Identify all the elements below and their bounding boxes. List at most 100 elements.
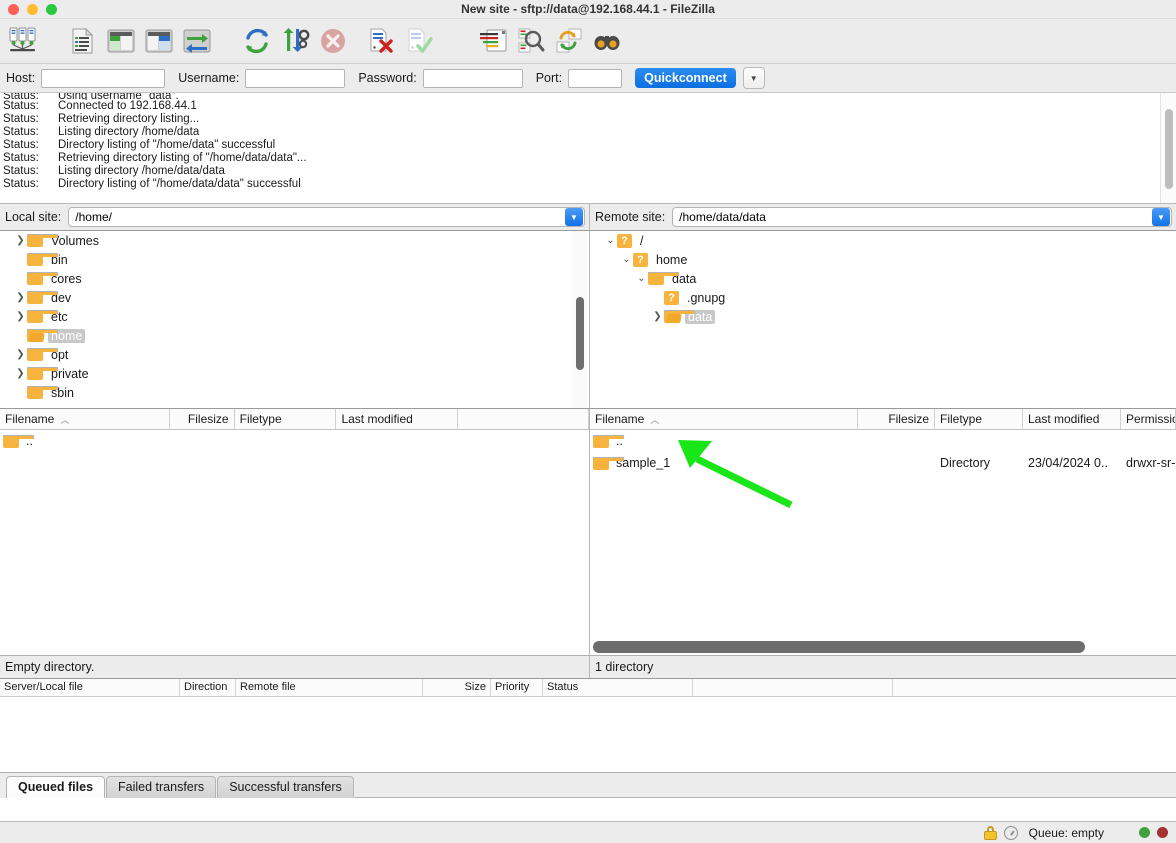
local-directory-tree[interactable]: ❯ Volumes ❯ bin ❯ cores ❯ dev ❯ — [0, 230, 590, 409]
unknown-folder-icon: ? — [664, 290, 679, 305]
column-header-server-local-file[interactable]: Server/Local file — [0, 679, 180, 696]
message-log-scrollbar[interactable] — [1160, 93, 1176, 203]
chevron-down-icon[interactable]: ▼ — [1152, 208, 1170, 226]
username-input[interactable] — [245, 68, 346, 88]
compare-directories-icon[interactable] — [512, 22, 550, 60]
remote-list-horizontal-scrollbar[interactable] — [593, 641, 1173, 653]
speed-limit-icon[interactable] — [1003, 825, 1018, 840]
synchronized-browsing-icon[interactable] — [550, 22, 588, 60]
transfer-queue-body[interactable] — [0, 697, 1176, 772]
quickconnect-button[interactable]: Quickconnect — [635, 68, 736, 88]
cell-permission: drwxr-sr- — [1126, 456, 1176, 470]
table-row[interactable]: .. — [590, 430, 1176, 452]
tab-successful-transfers[interactable]: Successful transfers — [217, 776, 354, 798]
expander-expanded-icon[interactable]: ⌄ — [604, 231, 617, 250]
tree-item-root[interactable]: ⌄ ? / — [590, 231, 1176, 250]
sort-ascending-icon: ︿ — [60, 415, 70, 425]
zoom-window-button[interactable] — [46, 4, 57, 15]
remote-path-bar: Remote site: /home/data/data ▼ — [590, 204, 1176, 230]
quickconnect-history-dropdown[interactable]: ▼ — [742, 67, 765, 89]
column-header-direction[interactable]: Direction — [180, 679, 236, 696]
remote-directory-tree[interactable]: ⌄ ? / ⌄ ? home ⌄ data ❯ ? .gnupg ❯ — [590, 230, 1176, 409]
column-header-filetype[interactable]: Filetype — [235, 409, 337, 429]
toggle-remote-tree-icon[interactable] — [140, 22, 178, 60]
password-label: Password: — [358, 71, 417, 85]
table-row[interactable]: .. — [0, 430, 589, 452]
tab-queued-files[interactable]: Queued files — [6, 776, 106, 798]
toggle-message-log-icon[interactable] — [64, 22, 102, 60]
tab-failed-transfers[interactable]: Failed transfers — [106, 776, 217, 798]
close-window-button[interactable] — [8, 4, 19, 15]
column-header-filesize[interactable]: Filesize — [170, 409, 235, 429]
tree-item[interactable]: ❯ sbin — [0, 383, 589, 402]
column-header-filename[interactable]: Filename ︿ — [590, 409, 858, 429]
tree-item-data[interactable]: ⌄ data — [590, 269, 1176, 288]
sort-ascending-icon: ︿ — [650, 415, 660, 425]
log-text: Listing directory /home/data/data — [58, 165, 225, 177]
local-tree-scrollbar[interactable] — [572, 231, 587, 408]
expander-expanded-icon[interactable]: ⌄ — [635, 269, 648, 288]
tree-item[interactable]: ❯ bin — [0, 250, 589, 269]
log-row: Status: Listing directory /home/data/dat… — [0, 165, 1176, 178]
column-header-size[interactable]: Size — [423, 679, 491, 696]
log-text: Listing directory /home/data — [58, 126, 200, 138]
tree-item[interactable]: ❯ Volumes — [0, 231, 589, 250]
column-header-filesize[interactable]: Filesize — [858, 409, 935, 429]
remote-file-list[interactable]: Filename ︿ Filesize Filetype Last modifie… — [590, 409, 1176, 655]
find-files-icon[interactable] — [588, 22, 626, 60]
tree-item[interactable]: ❯ etc — [0, 307, 589, 326]
expander-collapsed-icon[interactable]: ❯ — [14, 345, 27, 364]
expander-collapsed-icon[interactable]: ❯ — [14, 288, 27, 307]
password-input[interactable] — [422, 68, 523, 88]
toggle-transfer-queue-icon[interactable] — [178, 22, 216, 60]
tree-item[interactable]: ❯ cores — [0, 269, 589, 288]
filename-text: sample_1 — [616, 456, 671, 470]
column-header-filetype[interactable]: Filetype — [935, 409, 1023, 429]
host-input[interactable] — [41, 68, 166, 88]
scrollbar-thumb[interactable] — [1165, 109, 1173, 189]
process-queue-icon[interactable] — [276, 22, 314, 60]
folder-icon — [27, 234, 58, 247]
log-kind: Status: — [3, 178, 39, 190]
minimize-window-button[interactable] — [27, 4, 38, 15]
table-row[interactable]: sample_1 Directory 23/04/2024 0.. drwxr-… — [590, 452, 1176, 474]
disconnect-icon[interactable] — [362, 22, 400, 60]
remote-path-combo[interactable]: /home/data/data ▼ — [672, 207, 1172, 227]
tree-item-home[interactable]: ⌄ ? home — [590, 250, 1176, 269]
column-header-status[interactable]: Status — [543, 679, 693, 696]
refresh-icon[interactable] — [238, 22, 276, 60]
site-manager-icon[interactable] — [4, 22, 42, 60]
log-kind: Status: — [3, 113, 39, 125]
column-header-blank[interactable] — [693, 679, 893, 696]
column-header-blank[interactable] — [458, 409, 589, 429]
column-header-filename[interactable]: Filename ︿ — [0, 409, 170, 429]
local-file-list[interactable]: Filename ︿ Filesize Filetype Last modifie… — [0, 409, 590, 655]
expander-expanded-icon[interactable]: ⌄ — [620, 250, 633, 269]
column-header-remote-file[interactable]: Remote file — [236, 679, 423, 696]
column-header-last-modified[interactable]: Last modified — [1023, 409, 1121, 429]
tree-item-home[interactable]: ❯ home — [0, 326, 589, 345]
tree-item-data-selected[interactable]: ❯ data — [590, 307, 1176, 326]
expander-collapsed-icon[interactable]: ❯ — [14, 231, 27, 250]
scrollbar-thumb[interactable] — [593, 641, 1085, 653]
scrollbar-thumb[interactable] — [576, 297, 584, 370]
log-row: Status: Directory listing of "/home/data… — [0, 178, 1176, 191]
column-header-last-modified[interactable]: Last modified — [336, 409, 459, 429]
expander-collapsed-icon[interactable]: ❯ — [651, 307, 664, 326]
username-label: Username: — [178, 71, 240, 85]
expander-collapsed-icon[interactable]: ❯ — [14, 307, 27, 326]
column-header-priority[interactable]: Priority — [491, 679, 543, 696]
port-input[interactable] — [568, 68, 623, 88]
tree-item[interactable]: ❯ opt — [0, 345, 589, 364]
window-controls[interactable] — [8, 4, 57, 15]
column-header-permission[interactable]: Permission — [1121, 409, 1176, 429]
filter-icon[interactable] — [474, 22, 512, 60]
tree-item-gnupg[interactable]: ❯ ? .gnupg — [590, 288, 1176, 307]
toggle-local-tree-icon[interactable] — [102, 22, 140, 60]
tree-item[interactable]: ❯ private — [0, 364, 589, 383]
local-path-combo[interactable]: /home/ ▼ — [68, 207, 585, 227]
chevron-down-icon[interactable]: ▼ — [565, 208, 583, 226]
tree-item[interactable]: ❯ dev — [0, 288, 589, 307]
message-log[interactable]: Status: Using username "data". Status: C… — [0, 93, 1176, 204]
expander-collapsed-icon[interactable]: ❯ — [14, 364, 27, 383]
